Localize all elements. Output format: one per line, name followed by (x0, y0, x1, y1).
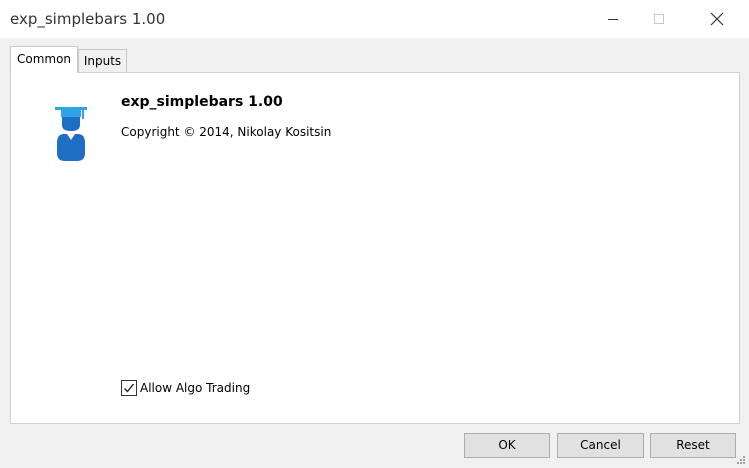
tab-inputs-label: Inputs (83, 54, 122, 68)
allow-algo-trading-row[interactable]: Allow Algo Trading (121, 379, 250, 397)
dialog-window: exp_simplebars 1.00 Common Inputs exp_si… (0, 0, 749, 468)
expert-name: exp_simplebars 1.00 (121, 94, 283, 110)
expert-advisor-icon (55, 107, 87, 161)
title-bar: exp_simplebars 1.00 (0, 0, 749, 38)
tab-inputs[interactable]: Inputs (78, 49, 127, 72)
common-panel: exp_simplebars 1.00 Copyright © 2014, Ni… (10, 72, 740, 424)
ok-button[interactable]: OK (464, 433, 550, 458)
window-title: exp_simplebars 1.00 (10, 10, 166, 28)
reset-button[interactable]: Reset (650, 433, 736, 458)
close-button[interactable] (694, 0, 740, 38)
allow-algo-trading-label: Allow Algo Trading (140, 381, 251, 395)
resize-grip-icon[interactable] (734, 453, 746, 465)
maximize-icon (654, 14, 664, 24)
tab-common-label: Common (16, 52, 72, 66)
maximize-button (636, 0, 682, 38)
allow-algo-trading-checkbox[interactable] (121, 380, 137, 396)
tab-common[interactable]: Common (10, 46, 78, 73)
copyright-text: Copyright © 2014, Nikolay Kositsin (121, 125, 332, 139)
close-icon (710, 12, 724, 26)
minimize-button[interactable] (590, 0, 636, 38)
checkmark-icon (124, 383, 135, 393)
minimize-icon (608, 19, 618, 20)
cancel-button[interactable]: Cancel (557, 433, 644, 458)
